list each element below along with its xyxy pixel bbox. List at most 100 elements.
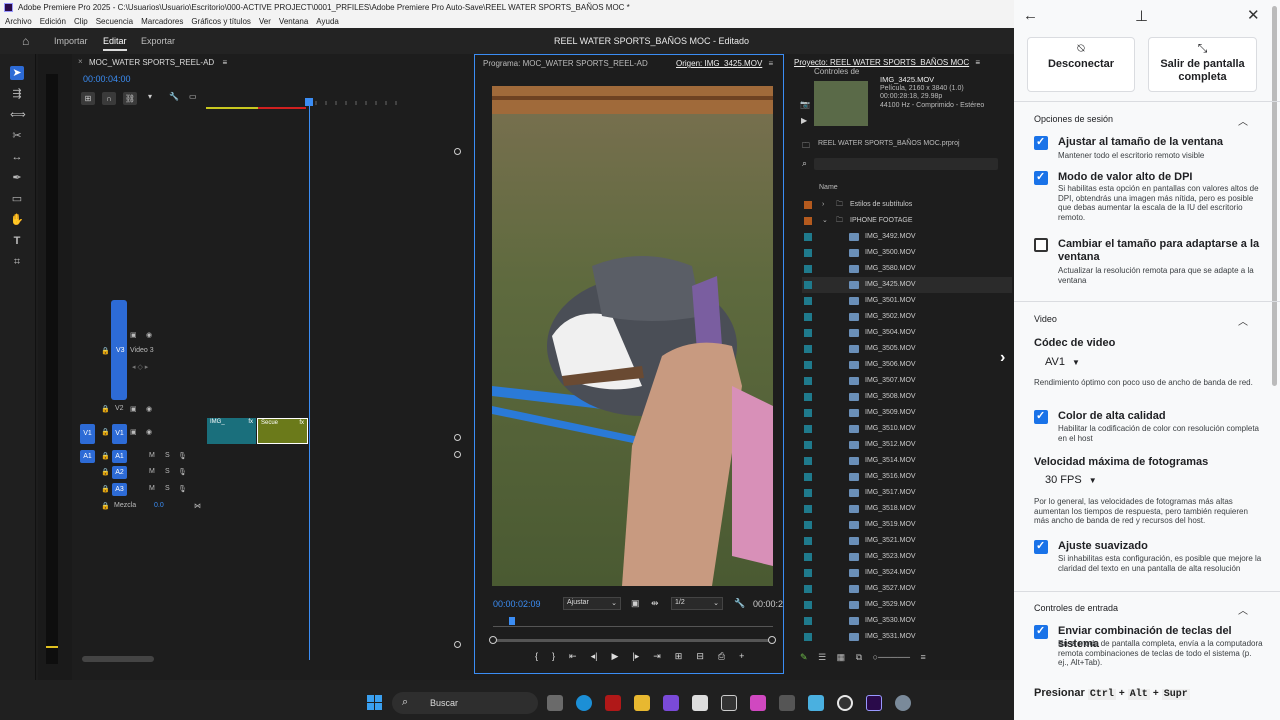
ripple-edit-tool-icon[interactable]: ⟺ bbox=[10, 108, 26, 122]
label-color-swatch[interactable] bbox=[804, 441, 812, 449]
clip-img[interactable]: IMG_ fx bbox=[207, 418, 256, 444]
smoothing-title[interactable]: Ajuste suavizado bbox=[1058, 540, 1262, 553]
menu-ventana[interactable]: Ventana bbox=[279, 15, 308, 28]
freeform-view-icon[interactable]: ⧉ bbox=[856, 652, 862, 662]
label-color-swatch[interactable] bbox=[804, 345, 812, 353]
file-row[interactable]: IMG_3531.MOV bbox=[802, 629, 1012, 645]
chevron-up-icon[interactable]: ︿ bbox=[1238, 313, 1248, 328]
resize-window-checkbox[interactable] bbox=[1034, 238, 1048, 252]
go-to-out-icon[interactable]: ⇥ bbox=[653, 651, 661, 662]
notepad-icon[interactable] bbox=[779, 695, 795, 711]
menu-secuencia[interactable]: Secuencia bbox=[96, 15, 133, 28]
label-color-swatch[interactable] bbox=[804, 489, 812, 497]
video-title[interactable]: Video bbox=[1034, 314, 1057, 324]
go-to-in-icon[interactable]: ⇤ bbox=[569, 651, 577, 662]
fit-dropdown[interactable]: Ajustar ⌄ bbox=[563, 597, 621, 610]
a2-mic-icon[interactable]: 🎙 bbox=[178, 468, 187, 476]
sort-icon[interactable]: ≡ bbox=[920, 652, 925, 662]
v3-film-icon[interactable]: ▣ bbox=[130, 331, 137, 339]
tab-importar[interactable]: Importar bbox=[54, 36, 88, 46]
label-color-swatch[interactable] bbox=[804, 329, 812, 337]
insert-icon[interactable]: ⊞ bbox=[675, 651, 683, 662]
file-explorer-icon[interactable] bbox=[634, 695, 650, 711]
key-combo-row[interactable]: Presionar Ctrl + Alt + Supr bbox=[1034, 687, 1190, 700]
exit-fullscreen-button[interactable]: ⤡ Salir de pantalla completa bbox=[1148, 37, 1257, 92]
timeline-horizontal-scrollbar[interactable] bbox=[82, 656, 154, 662]
file-row[interactable]: IMG_3502.MOV bbox=[802, 309, 1012, 325]
clip-thumbnail[interactable] bbox=[814, 81, 868, 126]
a2-mute[interactable]: M bbox=[149, 468, 155, 475]
chevron-up-icon[interactable]: ︿ bbox=[1238, 113, 1248, 128]
step-back-icon[interactable]: ◂| bbox=[591, 651, 598, 662]
tab-project[interactable]: Proyecto: REEL WATER SPORTS_BAÑOS MOC bbox=[794, 58, 969, 67]
menu-ayuda[interactable]: Ayuda bbox=[316, 15, 339, 28]
a2-lock-icon[interactable]: 🔒 bbox=[101, 468, 110, 476]
file-row[interactable]: IMG_3580.MOV bbox=[802, 261, 1012, 277]
list-view-icon[interactable]: ☰ bbox=[818, 652, 826, 662]
a3-mute[interactable]: M bbox=[149, 485, 155, 492]
add-button-icon[interactable]: + bbox=[739, 651, 744, 662]
codec-dropdown[interactable]: AV1 ▼ bbox=[1045, 356, 1080, 368]
tab-exportar[interactable]: Exportar bbox=[141, 36, 175, 46]
v2-eye-icon[interactable]: ◉ bbox=[146, 405, 152, 413]
high-quality-color-title[interactable]: Color de alta calidad bbox=[1058, 410, 1262, 423]
clip-secuencia[interactable]: Secue fx bbox=[257, 418, 308, 444]
file-row[interactable]: IMG_3425.MOV bbox=[802, 277, 1012, 293]
label-color-swatch[interactable] bbox=[804, 633, 812, 641]
camera-icon[interactable]: 📷 bbox=[800, 100, 810, 109]
label-color-swatch[interactable] bbox=[804, 409, 812, 417]
menu-marcadores[interactable]: Marcadores bbox=[141, 15, 183, 28]
playhead-handle[interactable] bbox=[305, 98, 313, 106]
bin-row[interactable]: ⌄ 🗀 IPHONE FOOTAGE bbox=[802, 213, 1012, 229]
fit-window-checkbox[interactable] bbox=[1034, 135, 1048, 150]
v1-label[interactable]: V1 bbox=[112, 424, 127, 444]
menu-edicion[interactable]: Edición bbox=[40, 15, 66, 28]
task-view-icon[interactable] bbox=[547, 695, 563, 711]
audio-scroll-handle[interactable] bbox=[454, 451, 461, 458]
high-dpi-title[interactable]: Modo de valor alto de DPI bbox=[1058, 171, 1262, 184]
tab-source[interactable]: Origen: IMG_3425.MOV bbox=[676, 59, 762, 68]
a1-mute[interactable]: M bbox=[149, 452, 155, 459]
file-row[interactable]: IMG_3512.MOV bbox=[802, 437, 1012, 453]
menu-clip[interactable]: Clip bbox=[74, 15, 88, 28]
rectangle-tool-icon[interactable]: ▭ bbox=[10, 192, 24, 206]
selection-tool-icon[interactable]: ➤ bbox=[10, 66, 24, 80]
pin-icon[interactable]: ⊥ bbox=[1135, 7, 1148, 25]
label-color-swatch[interactable] bbox=[804, 265, 812, 273]
safe-margins-icon[interactable]: ▣ bbox=[631, 598, 640, 609]
label-color-swatch[interactable] bbox=[804, 313, 812, 321]
chevron-right-icon[interactable]: › bbox=[822, 197, 824, 213]
mark-out-icon[interactable]: } bbox=[552, 651, 555, 662]
app-red-icon[interactable] bbox=[605, 695, 621, 711]
home-icon[interactable]: ⌂ bbox=[22, 34, 29, 48]
resize-window-title[interactable]: Cambiar el tamaño para adaptarse a la ve… bbox=[1058, 238, 1262, 264]
a3-lock-icon[interactable]: 🔒 bbox=[101, 485, 110, 493]
tab-effect-controls[interactable]: Controles de bbox=[814, 67, 859, 76]
monitor-zoom-bar[interactable] bbox=[493, 639, 773, 642]
v2-label[interactable]: V2 bbox=[115, 405, 124, 412]
monitor-ruler[interactable] bbox=[493, 619, 773, 627]
nest-icon[interactable]: ⊞ bbox=[81, 92, 95, 105]
file-row[interactable]: IMG_3507.MOV bbox=[802, 373, 1012, 389]
track-select-tool-icon[interactable]: ⇶ bbox=[10, 87, 24, 101]
file-row[interactable]: IMG_3492.MOV bbox=[802, 229, 1012, 245]
file-row[interactable]: IMG_3517.MOV bbox=[802, 485, 1012, 501]
label-color-swatch[interactable] bbox=[804, 201, 812, 209]
a2-solo[interactable]: S bbox=[165, 468, 170, 475]
a1-solo[interactable]: S bbox=[165, 452, 170, 459]
label-color-swatch[interactable] bbox=[804, 393, 812, 401]
timeline-timecode[interactable]: 00:00:04:00 bbox=[83, 74, 131, 84]
a1-label[interactable]: A1 bbox=[112, 450, 127, 463]
app-icon[interactable] bbox=[721, 695, 737, 711]
pen-tool-icon[interactable]: ✒ bbox=[10, 171, 24, 185]
file-row[interactable]: IMG_3519.MOV bbox=[802, 517, 1012, 533]
tab-editar[interactable]: Editar bbox=[103, 36, 127, 51]
gaming-icon[interactable] bbox=[663, 695, 679, 711]
v3-lock-icon[interactable]: 🔒 bbox=[101, 347, 110, 355]
file-row[interactable]: IMG_3523.MOV bbox=[802, 549, 1012, 565]
label-color-swatch[interactable] bbox=[804, 425, 812, 433]
zoom-handle-left[interactable] bbox=[489, 636, 497, 644]
zoom-slider[interactable]: ○───── bbox=[873, 652, 910, 662]
media-player-icon[interactable] bbox=[837, 695, 853, 711]
label-color-swatch[interactable] bbox=[804, 377, 812, 385]
